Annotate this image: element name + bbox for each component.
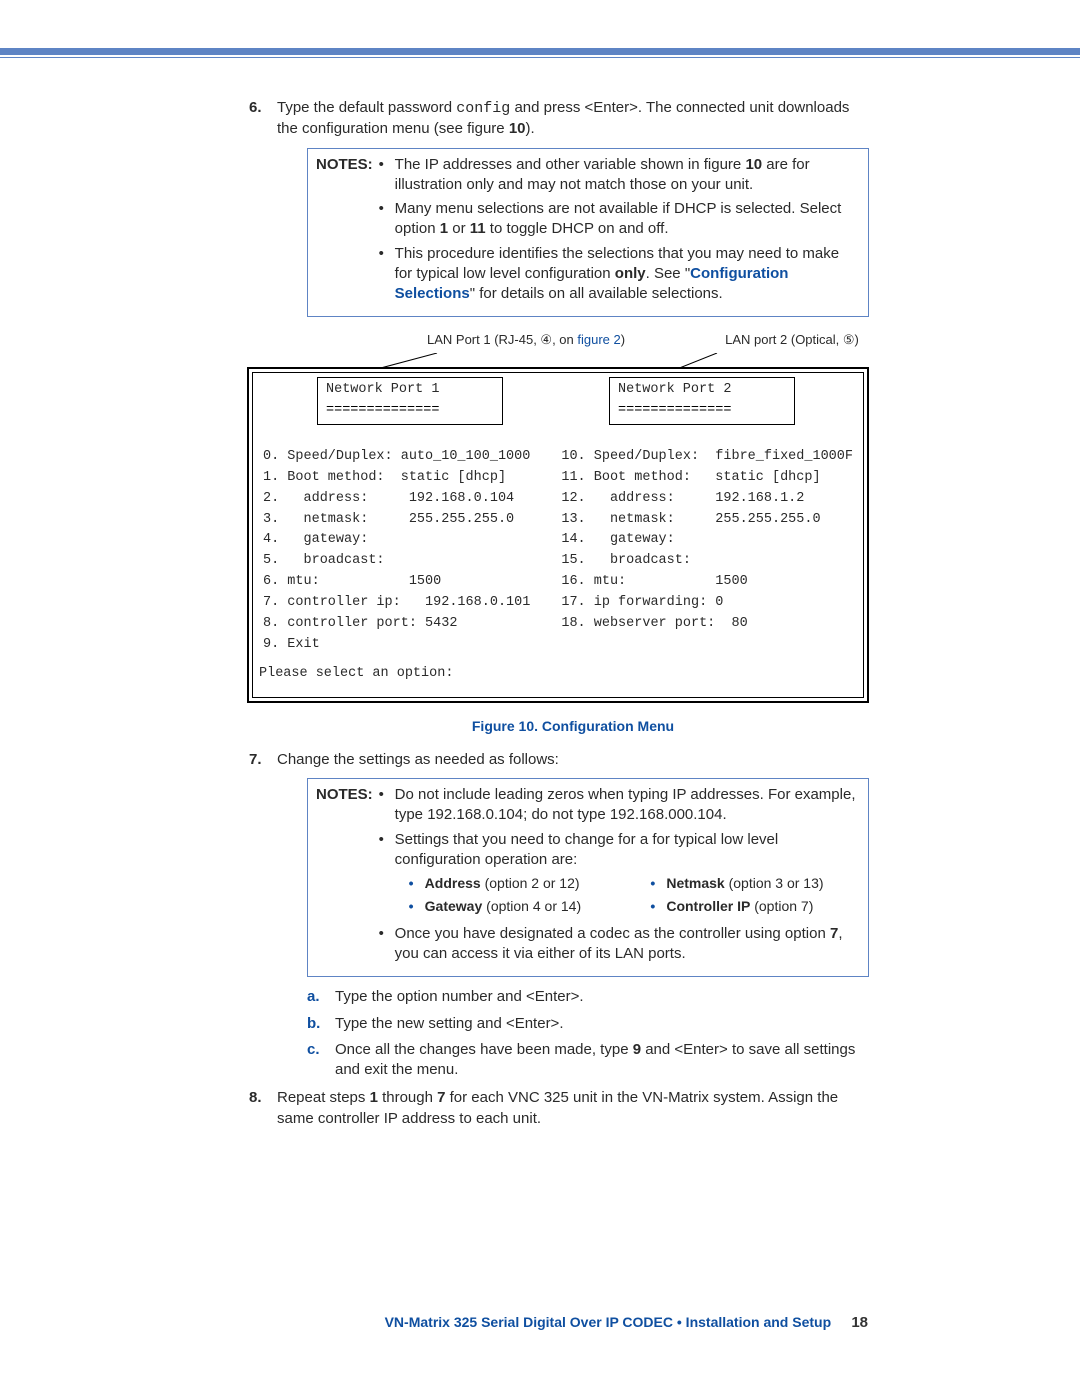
note-2-2: Settings that you need to change for a f… bbox=[379, 830, 860, 920]
opt-gateway: Gateway (option 4 or 14) bbox=[409, 897, 619, 916]
notes-label-2: NOTES: bbox=[316, 785, 373, 805]
footer-title: VN-Matrix 325 Serial Digital Over IP COD… bbox=[385, 1314, 832, 1330]
step-6-number: 6. bbox=[249, 98, 262, 118]
terminal-prompt: Please select an option: bbox=[259, 664, 853, 685]
notes-box-1: NOTES: The IP addresses and other variab… bbox=[307, 148, 869, 318]
network-port-2-header: Network Port 2 ============== bbox=[609, 377, 795, 425]
figure-2-link[interactable]: figure 2 bbox=[577, 332, 620, 347]
figure-10-caption: Figure 10. Configuration Menu bbox=[277, 717, 869, 736]
top-rule bbox=[0, 48, 1080, 58]
terminal-col-2: 10. Speed/Duplex: fibre_fixed_1000F 11. … bbox=[561, 447, 853, 656]
step-7-number: 7. bbox=[249, 750, 262, 770]
substep-b: b. Type the new setting and <Enter>. bbox=[307, 1014, 869, 1034]
network-port-1-header: Network Port 1 ============== bbox=[317, 377, 503, 425]
notes-box-2: NOTES: Do not include leading zeros when… bbox=[307, 778, 869, 977]
step-7: 7. Change the settings as needed as foll… bbox=[249, 750, 869, 1081]
step-8-text: Repeat steps 1 through 7 for each VNC 32… bbox=[277, 1089, 838, 1126]
page: 6. Type the default password config and … bbox=[0, 0, 1080, 1397]
page-footer: VN-Matrix 325 Serial Digital Over IP COD… bbox=[0, 1313, 1080, 1333]
note-2-3: Once you have designated a codec as the … bbox=[379, 924, 860, 965]
body-content: 6. Type the default password config and … bbox=[249, 98, 869, 1137]
substep-c: c. Once all the changes have been made, … bbox=[307, 1040, 869, 1081]
note-1: The IP addresses and other variable show… bbox=[379, 155, 860, 196]
step-6: 6. Type the default password config and … bbox=[249, 98, 869, 736]
step-6-text: Type the default password config and pre… bbox=[277, 99, 849, 137]
note-2-1: Do not include leading zeros when typing… bbox=[379, 785, 860, 826]
opt-controller-ip: Controller IP (option 7) bbox=[650, 897, 860, 916]
leader-labels: LAN Port 1 (RJ-45, ④, on figure 2) LAN p… bbox=[247, 331, 869, 349]
figure-ref-10: 10 bbox=[509, 120, 526, 137]
note-3: This procedure identifies the selections… bbox=[379, 244, 860, 305]
step-7-text: Change the settings as needed as follows… bbox=[277, 751, 559, 768]
footer-page-number: 18 bbox=[851, 1314, 868, 1331]
notes-label: NOTES: bbox=[316, 155, 373, 175]
step-8: 8. Repeat steps 1 through 7 for each VNC… bbox=[249, 1088, 869, 1129]
opt-netmask: Netmask (option 3 or 13) bbox=[650, 874, 860, 893]
substep-a: a. Type the option number and <Enter>. bbox=[307, 987, 869, 1007]
opt-address: Address (option 2 or 12) bbox=[409, 874, 619, 893]
terminal-col-1: 0. Speed/Duplex: auto_10_100_1000 1. Boo… bbox=[263, 447, 543, 656]
leader-2: LAN port 2 (Optical, ⑤) bbox=[725, 331, 859, 349]
step-8-number: 8. bbox=[249, 1088, 262, 1108]
config-menu-diagram: LAN Port 1 (RJ-45, ④, on figure 2) LAN p… bbox=[247, 331, 869, 703]
terminal-frame: Network Port 1 ============== Network Po… bbox=[247, 367, 869, 703]
password-literal: config bbox=[456, 100, 510, 117]
note-2: Many menu selections are not available i… bbox=[379, 199, 860, 240]
